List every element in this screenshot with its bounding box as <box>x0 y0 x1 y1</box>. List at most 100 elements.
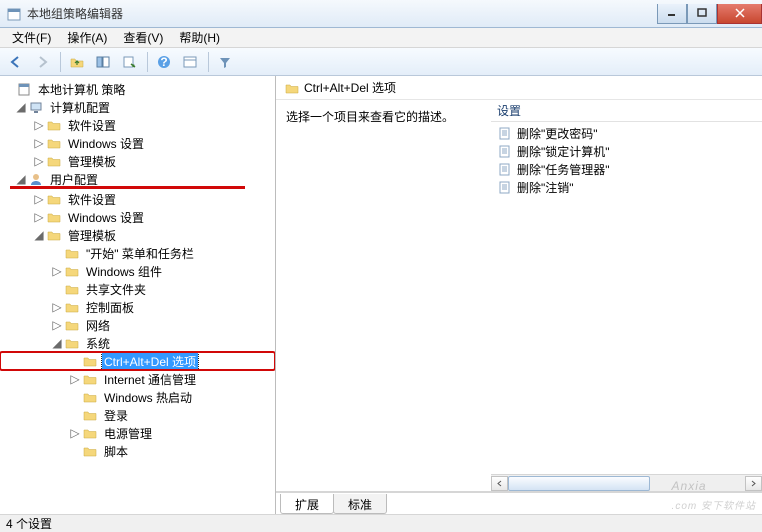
tree-win-components[interactable]: ▷Windows 组件 <box>0 262 275 280</box>
tree-logon[interactable]: 登录 <box>0 406 275 424</box>
tree-cc-admin[interactable]: ▷管理模板 <box>0 152 275 170</box>
expander-icon[interactable]: ▷ <box>32 118 46 132</box>
tree-cc-software[interactable]: ▷软件设置 <box>0 116 275 134</box>
folder-icon <box>285 81 301 95</box>
minimize-button[interactable] <box>657 4 687 24</box>
expander-icon[interactable]: ▷ <box>32 154 46 168</box>
tree-power-management[interactable]: ▷电源管理 <box>0 424 275 442</box>
expander-icon[interactable]: ▷ <box>32 210 46 224</box>
svg-text:?: ? <box>160 55 167 69</box>
menu-view[interactable]: 查看(V) <box>115 27 171 48</box>
folder-icon <box>47 118 63 132</box>
help-button[interactable]: ? <box>152 50 176 74</box>
annotation-underline <box>10 186 245 189</box>
nav-forward-button[interactable] <box>30 50 54 74</box>
menu-bar: 文件(F) 操作(A) 查看(V) 帮助(H) <box>0 28 762 48</box>
folder-icon <box>65 246 81 260</box>
detail-pane: Ctrl+Alt+Del 选项 选择一个项目来查看它的描述。 设置 删除"更改密… <box>276 76 762 514</box>
expander-icon[interactable]: ▷ <box>68 426 82 440</box>
nav-back-button[interactable] <box>4 50 28 74</box>
scroll-left-button[interactable] <box>491 476 508 491</box>
folder-icon <box>47 136 63 150</box>
tree-uc-software[interactable]: ▷软件设置 <box>0 190 275 208</box>
tree-uc-admin[interactable]: ◢管理模板 <box>0 226 275 244</box>
toolbar: ? <box>0 48 762 76</box>
tab-standard[interactable]: 标准 <box>333 494 387 514</box>
close-button[interactable] <box>717 4 762 24</box>
scroll-right-button[interactable] <box>745 476 762 491</box>
tree-win-hotstart[interactable]: Windows 热启动 <box>0 388 275 406</box>
folder-icon <box>65 300 81 314</box>
folder-icon <box>47 192 63 206</box>
tab-extended[interactable]: 扩展 <box>280 494 334 514</box>
detail-title: Ctrl+Alt+Del 选项 <box>304 79 396 96</box>
expander-icon[interactable]: ▷ <box>32 136 46 150</box>
app-icon <box>6 6 22 22</box>
computer-icon <box>29 100 45 114</box>
detail-header: Ctrl+Alt+Del 选项 <box>276 76 762 100</box>
expander-icon[interactable]: ▷ <box>32 192 46 206</box>
list-item[interactable]: 删除"注销" <box>491 178 762 196</box>
expander-icon[interactable]: ◢ <box>50 336 64 350</box>
settings-list[interactable]: 删除"更改密码" 删除"锁定计算机" 删除"任务管理器" 删除"注销" <box>491 122 762 474</box>
window-title: 本地组策略编辑器 <box>27 5 657 22</box>
description-text: 选择一个项目来查看它的描述。 <box>286 110 454 124</box>
tree-computer-config[interactable]: ◢ 计算机配置 <box>0 98 275 116</box>
folder-icon <box>65 318 81 332</box>
folder-icon <box>65 282 81 296</box>
expander-icon[interactable]: ▷ <box>50 300 64 314</box>
tree-shared-folders[interactable]: 共享文件夹 <box>0 280 275 298</box>
tree-root[interactable]: 本地计算机 策略 <box>0 80 275 98</box>
expander-icon[interactable]: ◢ <box>14 172 28 186</box>
expander-icon[interactable]: ▷ <box>50 264 64 278</box>
setting-icon <box>498 180 514 194</box>
list-item[interactable]: 删除"更改密码" <box>491 124 762 142</box>
folder-icon <box>83 390 99 404</box>
tree-cc-windows[interactable]: ▷Windows 设置 <box>0 134 275 152</box>
folder-icon <box>83 372 99 386</box>
tree-start-taskbar[interactable]: "开始" 菜单和任务栏 <box>0 244 275 262</box>
setting-icon <box>498 126 514 140</box>
folder-icon <box>47 210 63 224</box>
folder-icon <box>65 264 81 278</box>
title-bar: 本地组策略编辑器 <box>0 0 762 28</box>
tree-ctrl-alt-del[interactable]: Ctrl+Alt+Del 选项 <box>0 352 275 370</box>
properties-button[interactable] <box>178 50 202 74</box>
list-item[interactable]: 删除"锁定计算机" <box>491 142 762 160</box>
scroll-thumb[interactable] <box>508 476 650 491</box>
setting-icon <box>498 162 514 176</box>
up-folder-button[interactable] <box>65 50 89 74</box>
tree-uc-windows[interactable]: ▷Windows 设置 <box>0 208 275 226</box>
export-list-button[interactable] <box>117 50 141 74</box>
folder-icon <box>83 444 99 458</box>
tree-internet-comm[interactable]: ▷Internet 通信管理 <box>0 370 275 388</box>
list-item[interactable]: 删除"任务管理器" <box>491 160 762 178</box>
user-icon <box>29 172 45 186</box>
horizontal-scrollbar[interactable] <box>491 474 762 491</box>
tree-network[interactable]: ▷网络 <box>0 316 275 334</box>
folder-icon <box>47 228 63 242</box>
description-column: 选择一个项目来查看它的描述。 <box>276 100 491 491</box>
expander-icon[interactable]: ◢ <box>14 100 28 114</box>
menu-action[interactable]: 操作(A) <box>59 27 115 48</box>
column-header-setting[interactable]: 设置 <box>491 100 762 122</box>
menu-file[interactable]: 文件(F) <box>4 27 59 48</box>
setting-icon <box>498 144 514 158</box>
maximize-button[interactable] <box>687 4 717 24</box>
folder-icon <box>65 336 81 350</box>
menu-help[interactable]: 帮助(H) <box>171 27 228 48</box>
status-bar: 4 个设置 <box>0 514 762 532</box>
tree-pane[interactable]: 本地计算机 策略 ◢ 计算机配置 ▷软件设置 ▷Windows 设置 ▷管理模板… <box>0 76 276 514</box>
tree-scripts[interactable]: 脚本 <box>0 442 275 460</box>
folder-icon <box>47 154 63 168</box>
detail-tabs: 扩展 标准 <box>276 492 762 514</box>
show-hide-tree-button[interactable] <box>91 50 115 74</box>
tree-control-panel[interactable]: ▷控制面板 <box>0 298 275 316</box>
tree-system[interactable]: ◢系统 <box>0 334 275 352</box>
status-text: 4 个设置 <box>6 515 52 532</box>
expander-icon[interactable]: ▷ <box>68 372 82 386</box>
expander-icon[interactable]: ▷ <box>50 318 64 332</box>
expander-icon[interactable]: ◢ <box>32 228 46 242</box>
filter-button[interactable] <box>213 50 237 74</box>
policy-icon <box>17 82 33 96</box>
